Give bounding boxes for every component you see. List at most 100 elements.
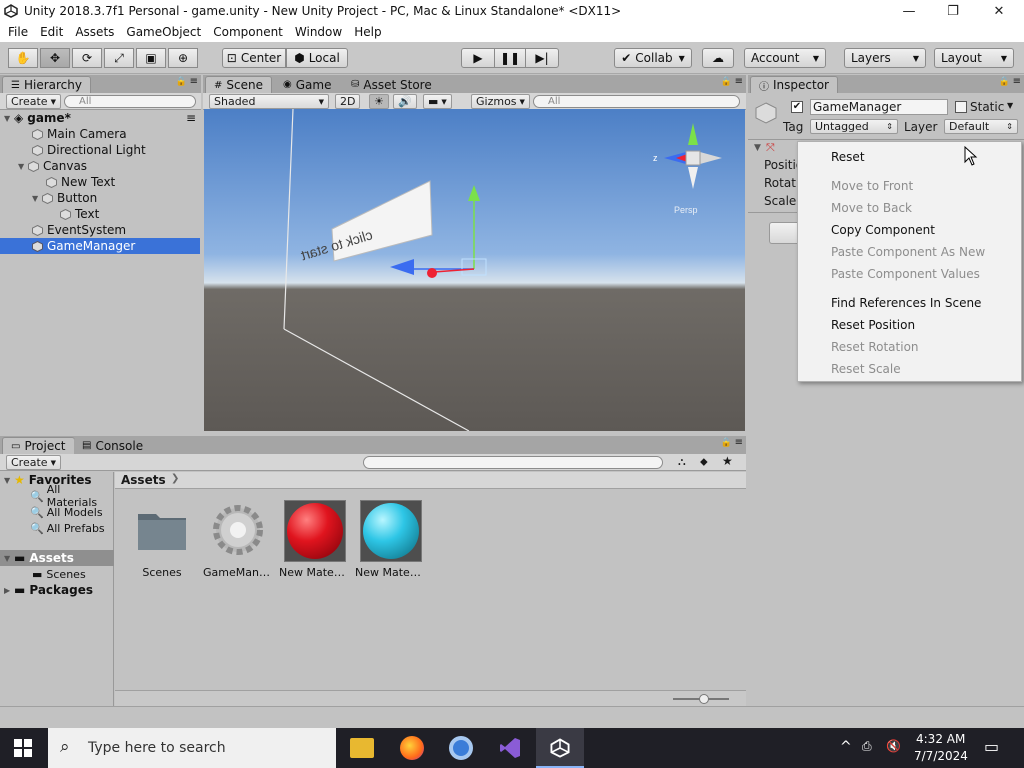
- tag-dropdown[interactable]: Untagged ⇕: [810, 119, 898, 134]
- audio-toggle[interactable]: 🔊: [393, 94, 417, 109]
- rotate-tool-icon[interactable]: ⟳: [72, 48, 102, 68]
- search-by-label-icon[interactable]: ⬥: [700, 455, 708, 469]
- step-button[interactable]: ▶|: [525, 48, 559, 68]
- hierarchy-search-input[interactable]: All: [64, 95, 196, 108]
- static-checkbox[interactable]: [955, 101, 967, 113]
- menu-item-find-references[interactable]: Find References In Scene: [831, 296, 981, 310]
- clock-time[interactable]: 4:32 AM: [916, 732, 965, 746]
- zoom-slider-handle[interactable]: [699, 694, 709, 704]
- menu-item-copy-component[interactable]: Copy Component: [831, 223, 935, 237]
- maximize-button[interactable]: ❐: [930, 0, 976, 22]
- search-by-type-icon[interactable]: ⛬: [678, 455, 686, 469]
- tab-hierarchy[interactable]: ☰ Hierarchy: [2, 76, 91, 93]
- active-checkbox[interactable]: ✔: [791, 101, 803, 113]
- menu-window[interactable]: Window: [291, 25, 346, 39]
- expand-arrow-icon[interactable]: ▼: [4, 554, 14, 563]
- expand-arrow-icon[interactable]: ▼: [32, 194, 42, 203]
- add-component-button[interactable]: [769, 222, 799, 244]
- scale-tool-icon[interactable]: ⤢: [104, 48, 134, 68]
- gizmos-dropdown[interactable]: Gizmos ▼: [471, 94, 530, 109]
- persp-label[interactable]: Persp: [674, 205, 698, 215]
- pause-button[interactable]: ❚❚: [494, 48, 526, 68]
- favorite-star-icon[interactable]: ★: [722, 454, 733, 468]
- scene-root[interactable]: ▼ ◈ game* ≡: [0, 110, 200, 126]
- network-icon[interactable]: ⎙: [862, 739, 872, 754]
- tab-scene[interactable]: # Scene: [205, 76, 272, 93]
- rect-tool-icon[interactable]: ▣: [136, 48, 166, 68]
- hierarchy-item-button[interactable]: ▼ Button: [0, 190, 200, 206]
- layers-dropdown[interactable]: Layers ▼: [844, 48, 926, 68]
- expand-arrow-icon[interactable]: ▼: [18, 162, 28, 171]
- layout-dropdown[interactable]: Layout ▼: [934, 48, 1014, 68]
- minimize-button[interactable]: —: [886, 0, 932, 22]
- hand-tool-icon[interactable]: ✋: [8, 48, 38, 68]
- play-button[interactable]: ▶: [461, 48, 495, 68]
- account-dropdown[interactable]: Account ▼: [744, 48, 826, 68]
- hierarchy-item-main-camera[interactable]: Main Camera: [0, 126, 200, 142]
- favorite-all-models[interactable]: 🔍 All Models: [30, 504, 103, 520]
- scenes-folder[interactable]: ▬ Scenes: [32, 566, 86, 582]
- gameobject-name-field[interactable]: GameManager: [810, 99, 948, 115]
- cloud-button[interactable]: ☁: [702, 48, 734, 68]
- breadcrumb-assets[interactable]: Assets: [121, 473, 166, 487]
- menu-help[interactable]: Help: [350, 25, 385, 39]
- lock-icon[interactable]: 🔒: [176, 77, 187, 87]
- project-search-input[interactable]: [363, 456, 663, 469]
- foldout-arrow-icon[interactable]: ▼: [754, 143, 761, 153]
- hierarchy-item-gamemanager[interactable]: GameManager: [0, 238, 200, 254]
- hierarchy-item-directional-light[interactable]: Directional Light: [0, 142, 200, 158]
- visual-studio-icon[interactable]: [498, 736, 522, 760]
- packages-folder[interactable]: ▶ ▬ Packages: [4, 582, 93, 598]
- menu-assets[interactable]: Assets: [71, 25, 118, 39]
- notifications-icon[interactable]: ▭: [984, 737, 999, 756]
- menu-file[interactable]: File: [4, 25, 32, 39]
- tab-project[interactable]: ▭ Project: [2, 437, 75, 454]
- close-button[interactable]: ✕: [976, 0, 1022, 22]
- shading-mode-dropdown[interactable]: Shaded ▼: [209, 94, 329, 109]
- expand-arrow-icon[interactable]: ▼: [4, 476, 14, 485]
- asset-scenes-folder[interactable]: Scenes: [127, 500, 197, 579]
- layer-dropdown[interactable]: Default ⇕: [944, 119, 1018, 134]
- pivot-local-button[interactable]: ⬢ Local: [286, 48, 348, 68]
- firefox-icon[interactable]: [400, 736, 424, 760]
- lighting-toggle[interactable]: ☀: [369, 94, 389, 109]
- menu-item-reset[interactable]: Reset: [831, 150, 865, 164]
- panel-menu-icon[interactable]: ≡: [735, 437, 743, 448]
- scene-viewport[interactable]: click to start z Persp: [204, 109, 745, 431]
- scene-search-input[interactable]: All: [533, 95, 740, 108]
- panel-menu-icon[interactable]: ≡: [190, 76, 198, 87]
- project-create-dropdown[interactable]: Create ▼: [6, 455, 61, 470]
- hierarchy-item-eventsystem[interactable]: EventSystem: [0, 222, 200, 238]
- taskbar-search-input[interactable]: ⌕ Type here to search: [48, 728, 336, 768]
- chrome-icon[interactable]: [449, 736, 473, 760]
- chevron-up-icon[interactable]: ^: [840, 739, 852, 755]
- asset-gamemanager-script[interactable]: GameManager: [203, 500, 273, 579]
- expand-arrow-icon[interactable]: ▶: [4, 586, 14, 595]
- tab-game[interactable]: ◉ Game: [275, 76, 340, 93]
- favorite-all-prefabs[interactable]: 🔍 All Prefabs: [30, 520, 105, 536]
- effects-dropdown[interactable]: ▬ ▼: [423, 94, 452, 109]
- file-explorer-icon[interactable]: [350, 738, 374, 758]
- menu-item-reset-position[interactable]: Reset Position: [831, 318, 915, 332]
- tab-inspector[interactable]: ⓘ Inspector: [750, 76, 838, 93]
- tab-console[interactable]: ▤ Console: [74, 437, 152, 454]
- tab-asset-store[interactable]: ⛁ Asset Store: [343, 76, 440, 93]
- hierarchy-item-new-text[interactable]: New Text: [0, 174, 200, 190]
- menu-edit[interactable]: Edit: [36, 25, 67, 39]
- hierarchy-create-dropdown[interactable]: Create ▼: [6, 94, 61, 109]
- lock-icon[interactable]: 🔒: [721, 438, 732, 448]
- transform-tool-icon[interactable]: ⊕: [168, 48, 198, 68]
- hierarchy-item-canvas[interactable]: ▼ Canvas: [0, 158, 200, 174]
- panel-menu-icon[interactable]: ≡: [735, 76, 743, 87]
- pivot-center-button[interactable]: ⊡ Center: [222, 48, 286, 68]
- assets-folder[interactable]: ▼ ▬ Assets: [0, 550, 114, 566]
- scene-menu-icon[interactable]: ≡: [186, 111, 196, 125]
- unity-taskbar-icon[interactable]: [536, 728, 584, 768]
- menu-gameobject[interactable]: GameObject: [122, 25, 205, 39]
- expand-arrow-icon[interactable]: ▼: [4, 114, 14, 123]
- hierarchy-item-text[interactable]: Text: [0, 206, 200, 222]
- toggle-2d-button[interactable]: 2D: [335, 94, 361, 109]
- lock-icon[interactable]: 🔒: [721, 77, 732, 87]
- collab-dropdown[interactable]: ✔ Collab ▼: [614, 48, 692, 68]
- static-chevron-down-icon[interactable]: ▼: [1007, 101, 1013, 110]
